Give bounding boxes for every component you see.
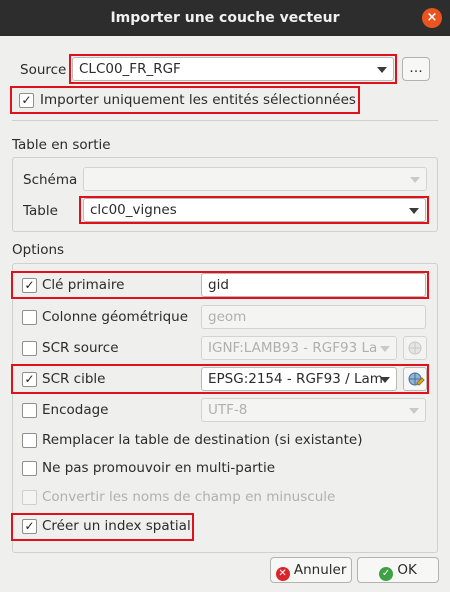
chevron-down-icon <box>410 177 420 183</box>
cancel-label: Annuler <box>293 562 347 578</box>
source-crs-value: IGNF:LAMB93 - RGF93 La <box>208 340 378 356</box>
browse-label: … <box>409 60 423 76</box>
chevron-down-icon <box>409 408 419 414</box>
ok-icon: ✓ <box>379 567 394 581</box>
close-icon: × <box>426 10 438 25</box>
highlight-table <box>79 196 429 224</box>
options-title: Options <box>12 242 65 258</box>
title-bar: Importer une couche vecteur × <box>0 0 450 36</box>
replace-table-checkbox[interactable] <box>22 433 37 448</box>
geom-column-value: geom <box>208 309 247 325</box>
output-table-title: Table en sortie <box>12 137 111 153</box>
highlight-primary-key <box>11 271 429 299</box>
geom-column-checkbox[interactable] <box>22 310 37 325</box>
replace-table-label: Remplacer la table de destination (si ex… <box>42 432 363 448</box>
close-button[interactable]: × <box>422 8 442 28</box>
lowercase-fields-label: Convertir les noms de champ en minuscule <box>42 489 336 505</box>
schema-combo[interactable] <box>83 167 427 191</box>
source-crs-label: SCR source <box>42 340 119 356</box>
separator <box>12 120 438 121</box>
highlight-spatial-index <box>11 513 194 541</box>
globe-icon <box>408 341 422 355</box>
source-crs-combo[interactable]: IGNF:LAMB93 - RGF93 La <box>201 336 397 360</box>
cancel-button[interactable]: ✕ Annuler <box>270 557 352 583</box>
source-crs-select-button[interactable] <box>403 336 427 360</box>
lowercase-fields-checkbox[interactable] <box>22 490 37 505</box>
window-title: Importer une couche vecteur <box>110 10 340 26</box>
ok-label: OK <box>397 562 417 578</box>
source-label: Source <box>20 62 67 78</box>
geom-column-input[interactable]: geom <box>201 305 426 329</box>
encoding-value: UTF-8 <box>208 402 248 418</box>
table-label: Table <box>23 203 58 219</box>
no-multipart-label: Ne pas promouvoir en multi-partie <box>42 460 276 476</box>
highlight-import-selected <box>10 86 360 114</box>
cancel-icon: ✕ <box>275 567 290 581</box>
ok-button[interactable]: ✓ OK <box>357 557 439 583</box>
no-multipart-checkbox[interactable] <box>22 461 37 476</box>
browse-button[interactable]: … <box>402 57 430 81</box>
encoding-combo[interactable]: UTF-8 <box>201 398 426 422</box>
source-crs-checkbox[interactable] <box>22 341 37 356</box>
chevron-down-icon <box>380 346 390 352</box>
geom-column-label: Colonne géométrique <box>42 309 189 325</box>
highlight-source <box>69 54 397 84</box>
highlight-target-crs <box>11 364 429 394</box>
encoding-checkbox[interactable] <box>22 403 37 418</box>
encoding-label: Encodage <box>42 402 109 418</box>
schema-label: Schéma <box>23 172 78 188</box>
